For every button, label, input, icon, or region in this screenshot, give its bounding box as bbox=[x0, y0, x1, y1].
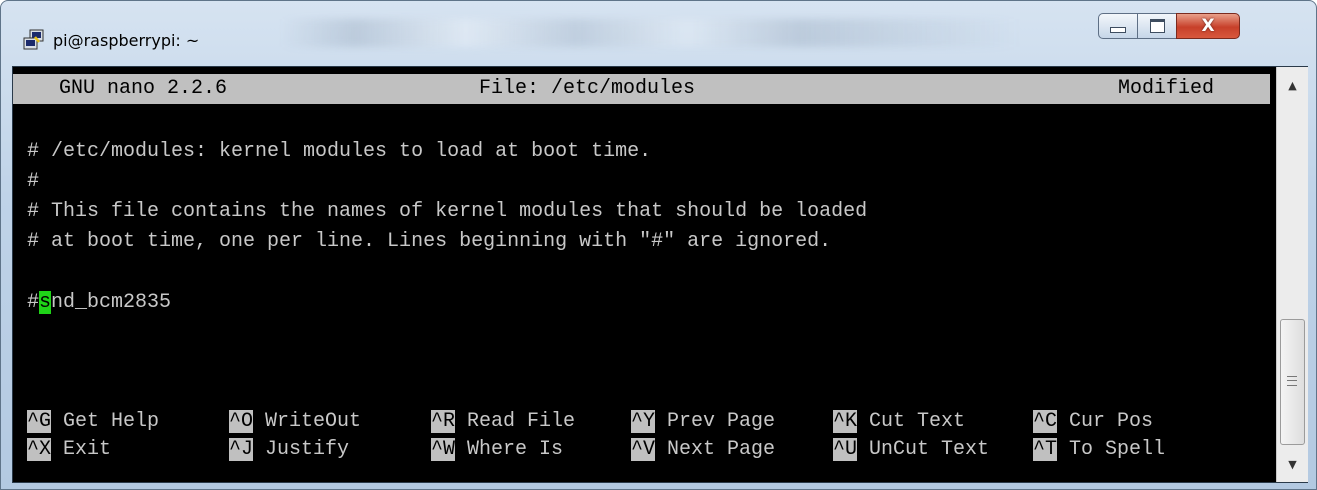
shortcut-label: To Spell bbox=[1069, 438, 1166, 461]
nano-header-bar: GNU nano 2.2.6 File: /etc/modules Modifi… bbox=[13, 74, 1270, 104]
maximize-icon bbox=[1149, 19, 1165, 33]
line-suffix: nd_bcm2835 bbox=[51, 291, 172, 314]
shortcut-next-page[interactable]: ^V Next Page bbox=[631, 436, 775, 464]
shortcut-key: ^O bbox=[229, 410, 254, 433]
shortcut-key: ^C bbox=[1033, 410, 1058, 433]
shortcut-label: Exit bbox=[63, 438, 112, 461]
shortcut-label: Where Is bbox=[467, 438, 564, 461]
minimize-icon bbox=[1110, 27, 1126, 33]
shortcut-label: Cur Pos bbox=[1069, 410, 1154, 433]
shortcut-cur-pos[interactable]: ^C Cur Pos bbox=[1033, 408, 1153, 436]
terminal-area[interactable]: GNU nano 2.2.6 File: /etc/modules Modifi… bbox=[13, 67, 1276, 482]
window-title: pi@raspberrypi: ~ bbox=[53, 31, 200, 50]
vertical-scrollbar[interactable]: ▲ ▼ bbox=[1276, 67, 1308, 482]
shortcut-uncut-text[interactable]: ^U UnCut Text bbox=[833, 436, 989, 464]
shortcut-label: Cut Text bbox=[869, 410, 966, 433]
shortcut-key: ^J bbox=[229, 438, 254, 461]
blurred-menu-strip bbox=[281, 19, 1021, 47]
scrollbar-thumb[interactable] bbox=[1280, 319, 1305, 445]
nano-version: GNU nano 2.2.6 bbox=[59, 77, 228, 100]
line-prefix: # bbox=[27, 291, 40, 314]
close-button[interactable]: X bbox=[1176, 13, 1240, 39]
shortcut-key: ^V bbox=[631, 438, 656, 461]
shortcut-label: UnCut Text bbox=[869, 438, 990, 461]
shortcut-exit[interactable]: ^X Exit bbox=[27, 436, 111, 464]
shortcut-read-file[interactable]: ^R Read File bbox=[431, 408, 575, 436]
shortcut-label: WriteOut bbox=[265, 410, 362, 433]
shortcut-label: Justify bbox=[265, 438, 350, 461]
shortcut-prev-page[interactable]: ^Y Prev Page bbox=[631, 408, 775, 436]
maximize-button[interactable] bbox=[1137, 13, 1177, 39]
shortcut-key: ^Y bbox=[631, 410, 656, 433]
shortcut-label: Next Page bbox=[667, 438, 776, 461]
scroll-down-arrow-icon[interactable]: ▼ bbox=[1277, 450, 1308, 478]
shortcut-label: Get Help bbox=[63, 410, 160, 433]
shortcut-where-is[interactable]: ^W Where Is bbox=[431, 436, 563, 464]
shortcut-key: ^W bbox=[431, 438, 456, 461]
terminal-frame: GNU nano 2.2.6 File: /etc/modules Modifi… bbox=[12, 66, 1308, 483]
nano-status: Modified bbox=[1118, 77, 1215, 100]
shortcut-justify[interactable]: ^J Justify bbox=[229, 436, 349, 464]
title-bar[interactable]: pi@raspberrypi: ~ X bbox=[1, 1, 1316, 61]
text-line: # This file contains the names of kernel… bbox=[27, 200, 868, 223]
text-line: # bbox=[27, 170, 40, 193]
nano-file-label: File: /etc/modules bbox=[479, 77, 696, 100]
cursor-line: #snd_bcm2835 bbox=[27, 289, 171, 317]
shortcut-key: ^K bbox=[833, 410, 858, 433]
shortcut-label: Read File bbox=[467, 410, 576, 433]
minimize-button[interactable] bbox=[1098, 13, 1138, 39]
shortcut-cut-text[interactable]: ^K Cut Text bbox=[833, 408, 965, 436]
shortcut-to-spell[interactable]: ^T To Spell bbox=[1033, 436, 1165, 464]
shortcut-get-help[interactable]: ^G Get Help bbox=[27, 408, 159, 436]
shortcut-key: ^U bbox=[833, 438, 858, 461]
shortcut-writeout[interactable]: ^O WriteOut bbox=[229, 408, 361, 436]
grip-icon bbox=[1287, 376, 1297, 386]
text-line: # at boot time, one per line. Lines begi… bbox=[27, 230, 832, 253]
shortcut-label: Prev Page bbox=[667, 410, 776, 433]
close-icon: X bbox=[1201, 16, 1215, 36]
shortcut-key: ^T bbox=[1033, 438, 1058, 461]
text-cursor: s bbox=[39, 291, 52, 314]
shortcut-key: ^R bbox=[431, 410, 456, 433]
text-line: # /etc/modules: kernel modules to load a… bbox=[27, 140, 652, 163]
shortcut-key: ^X bbox=[27, 438, 52, 461]
shortcut-key: ^G bbox=[27, 410, 52, 433]
putty-icon[interactable] bbox=[23, 29, 45, 51]
scroll-up-arrow-icon[interactable]: ▲ bbox=[1277, 71, 1308, 99]
putty-window: pi@raspberrypi: ~ X GNU nano 2.2.6 File:… bbox=[0, 0, 1317, 490]
